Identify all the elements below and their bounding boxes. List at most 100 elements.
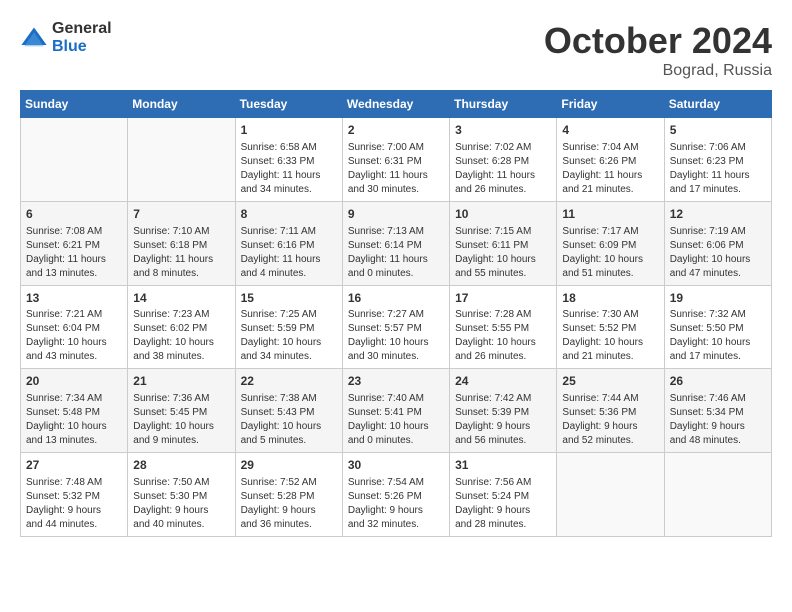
calendar-cell: 29Sunrise: 7:52 AM Sunset: 5:28 PM Dayli… <box>235 453 342 537</box>
day-number: 9 <box>348 206 444 223</box>
day-number: 29 <box>241 457 337 474</box>
weekday-header-monday: Monday <box>128 91 235 118</box>
day-info: Sunrise: 7:44 AM Sunset: 5:36 PM Dayligh… <box>562 392 658 448</box>
day-info: Sunrise: 7:25 AM Sunset: 5:59 PM Dayligh… <box>241 308 337 364</box>
calendar-cell: 4 Sunrise: 7:04 AM Sunset: 6:26 PM Daylig… <box>557 118 664 202</box>
title-block: October 2024 Bograd, Russia <box>544 20 772 80</box>
week-row-5: 27Sunrise: 7:48 AM Sunset: 5:32 PM Dayli… <box>21 453 772 537</box>
day-number: 10 <box>455 206 551 223</box>
day-info: Sunrise: 7:17 AM Sunset: 6:09 PM Dayligh… <box>562 225 658 281</box>
day-number: 13 <box>26 290 122 307</box>
calendar-table: SundayMondayTuesdayWednesdayThursdayFrid… <box>20 90 772 537</box>
day-info: Sunrise: 7:00 AM Sunset: 6:31 PM Dayligh… <box>348 141 444 197</box>
day-info: Sunrise: 7:11 AM Sunset: 6:16 PM Dayligh… <box>241 225 337 281</box>
day-number: 17 <box>455 290 551 307</box>
day-number: 18 <box>562 290 658 307</box>
day-info: Sunrise: 7:10 AM Sunset: 6:18 PM Dayligh… <box>133 225 229 281</box>
day-number: 19 <box>670 290 766 307</box>
day-number: 6 <box>26 206 122 223</box>
calendar-cell: 24Sunrise: 7:42 AM Sunset: 5:39 PM Dayli… <box>450 369 557 453</box>
location-title: Bograd, Russia <box>544 62 772 80</box>
day-info: Sunrise: 7:21 AM Sunset: 6:04 PM Dayligh… <box>26 308 122 364</box>
day-info: Sunrise: 7:46 AM Sunset: 5:34 PM Dayligh… <box>670 392 766 448</box>
page-header: General Blue October 2024 Bograd, Russia <box>20 20 772 80</box>
day-info: Sunrise: 7:28 AM Sunset: 5:55 PM Dayligh… <box>455 308 551 364</box>
day-number: 21 <box>133 373 229 390</box>
day-info: Sunrise: 7:56 AM Sunset: 5:24 PM Dayligh… <box>455 476 551 532</box>
calendar-cell <box>664 453 771 537</box>
calendar-cell: 25 Sunrise: 7:44 AM Sunset: 5:36 PM Dayli… <box>557 369 664 453</box>
day-number: 23 <box>348 373 444 390</box>
calendar-cell: 31 Sunrise: 7:56 AM Sunset: 5:24 PM Dayli… <box>450 453 557 537</box>
day-info: Sunrise: 7:06 AM Sunset: 6:23 PM Dayligh… <box>670 141 766 197</box>
calendar-cell: 14Sunrise: 7:23 AM Sunset: 6:02 PM Dayli… <box>128 285 235 369</box>
day-info: Sunrise: 7:23 AM Sunset: 6:02 PM Dayligh… <box>133 308 229 364</box>
calendar-cell: 30Sunrise: 7:54 AM Sunset: 5:26 PM Dayli… <box>342 453 449 537</box>
calendar-cell: 11 Sunrise: 7:17 AM Sunset: 6:09 PM Dayli… <box>557 201 664 285</box>
calendar-cell: 21 Sunrise: 7:36 AM Sunset: 5:45 PM Dayli… <box>128 369 235 453</box>
month-title: October 2024 <box>544 20 772 62</box>
logo-icon <box>20 24 48 52</box>
day-number: 8 <box>241 206 337 223</box>
logo-general: General <box>52 20 112 38</box>
calendar-cell <box>557 453 664 537</box>
day-info: Sunrise: 7:15 AM Sunset: 6:11 PM Dayligh… <box>455 225 551 281</box>
day-info: Sunrise: 7:27 AM Sunset: 5:57 PM Dayligh… <box>348 308 444 364</box>
day-info: Sunrise: 7:50 AM Sunset: 5:30 PM Dayligh… <box>133 476 229 532</box>
day-number: 7 <box>133 206 229 223</box>
calendar-cell: 9 Sunrise: 7:13 AM Sunset: 6:14 PM Daylig… <box>342 201 449 285</box>
day-info: Sunrise: 7:19 AM Sunset: 6:06 PM Dayligh… <box>670 225 766 281</box>
logo: General Blue <box>20 20 112 55</box>
day-info: Sunrise: 7:54 AM Sunset: 5:26 PM Dayligh… <box>348 476 444 532</box>
calendar-cell: 15Sunrise: 7:25 AM Sunset: 5:59 PM Dayli… <box>235 285 342 369</box>
calendar-cell: 23 Sunrise: 7:40 AM Sunset: 5:41 PM Dayli… <box>342 369 449 453</box>
calendar-cell: 27Sunrise: 7:48 AM Sunset: 5:32 PM Dayli… <box>21 453 128 537</box>
weekday-header-wednesday: Wednesday <box>342 91 449 118</box>
day-info: Sunrise: 7:34 AM Sunset: 5:48 PM Dayligh… <box>26 392 122 448</box>
weekday-header-tuesday: Tuesday <box>235 91 342 118</box>
day-number: 20 <box>26 373 122 390</box>
weekday-header-friday: Friday <box>557 91 664 118</box>
day-number: 5 <box>670 122 766 139</box>
day-info: Sunrise: 7:32 AM Sunset: 5:50 PM Dayligh… <box>670 308 766 364</box>
day-info: Sunrise: 7:02 AM Sunset: 6:28 PM Dayligh… <box>455 141 551 197</box>
calendar-cell: 17Sunrise: 7:28 AM Sunset: 5:55 PM Dayli… <box>450 285 557 369</box>
day-number: 27 <box>26 457 122 474</box>
calendar-cell <box>21 118 128 202</box>
day-number: 14 <box>133 290 229 307</box>
calendar-cell: 8 Sunrise: 7:11 AM Sunset: 6:16 PM Daylig… <box>235 201 342 285</box>
week-row-4: 20 Sunrise: 7:34 AM Sunset: 5:48 PM Dayli… <box>21 369 772 453</box>
day-number: 31 <box>455 457 551 474</box>
calendar-cell: 6 Sunrise: 7:08 AM Sunset: 6:21 PM Daylig… <box>21 201 128 285</box>
calendar-cell: 20 Sunrise: 7:34 AM Sunset: 5:48 PM Dayli… <box>21 369 128 453</box>
day-number: 12 <box>670 206 766 223</box>
calendar-cell: 7 Sunrise: 7:10 AM Sunset: 6:18 PM Daylig… <box>128 201 235 285</box>
day-info: Sunrise: 7:36 AM Sunset: 5:45 PM Dayligh… <box>133 392 229 448</box>
logo-blue: Blue <box>52 38 112 56</box>
calendar-cell: 19Sunrise: 7:32 AM Sunset: 5:50 PM Dayli… <box>664 285 771 369</box>
day-info: Sunrise: 6:58 AM Sunset: 6:33 PM Dayligh… <box>241 141 337 197</box>
calendar-cell: 5 Sunrise: 7:06 AM Sunset: 6:23 PM Daylig… <box>664 118 771 202</box>
calendar-cell: 3 Sunrise: 7:02 AM Sunset: 6:28 PM Daylig… <box>450 118 557 202</box>
day-number: 28 <box>133 457 229 474</box>
day-number: 25 <box>562 373 658 390</box>
day-number: 3 <box>455 122 551 139</box>
calendar-cell: 22 Sunrise: 7:38 AM Sunset: 5:43 PM Dayli… <box>235 369 342 453</box>
day-number: 11 <box>562 206 658 223</box>
calendar-cell: 10 Sunrise: 7:15 AM Sunset: 6:11 PM Dayli… <box>450 201 557 285</box>
calendar-cell: 16Sunrise: 7:27 AM Sunset: 5:57 PM Dayli… <box>342 285 449 369</box>
day-info: Sunrise: 7:08 AM Sunset: 6:21 PM Dayligh… <box>26 225 122 281</box>
calendar-cell: 13Sunrise: 7:21 AM Sunset: 6:04 PM Dayli… <box>21 285 128 369</box>
calendar-cell: 28 Sunrise: 7:50 AM Sunset: 5:30 PM Dayli… <box>128 453 235 537</box>
day-info: Sunrise: 7:42 AM Sunset: 5:39 PM Dayligh… <box>455 392 551 448</box>
day-number: 4 <box>562 122 658 139</box>
weekday-header-thursday: Thursday <box>450 91 557 118</box>
day-number: 26 <box>670 373 766 390</box>
day-info: Sunrise: 7:40 AM Sunset: 5:41 PM Dayligh… <box>348 392 444 448</box>
calendar-cell: 2Sunrise: 7:00 AM Sunset: 6:31 PM Daylig… <box>342 118 449 202</box>
day-info: Sunrise: 7:04 AM Sunset: 6:26 PM Dayligh… <box>562 141 658 197</box>
day-info: Sunrise: 7:13 AM Sunset: 6:14 PM Dayligh… <box>348 225 444 281</box>
day-info: Sunrise: 7:38 AM Sunset: 5:43 PM Dayligh… <box>241 392 337 448</box>
day-number: 22 <box>241 373 337 390</box>
day-number: 15 <box>241 290 337 307</box>
